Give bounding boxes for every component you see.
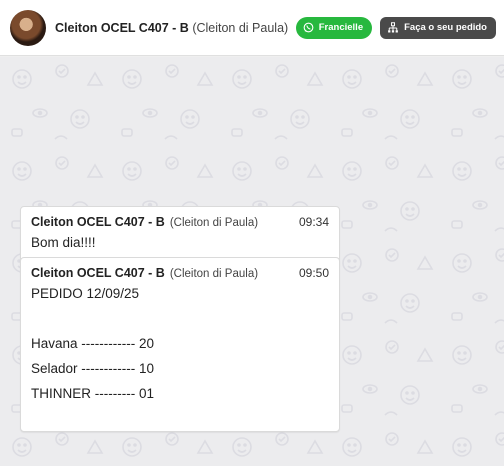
message-sender-subname: (Cleiton di Paula) xyxy=(169,217,259,229)
order-button-label: Faça o seu pedido xyxy=(404,22,487,33)
message-line xyxy=(31,308,329,330)
message-header: Cleiton OCEL C407 - B (Cleiton di Paula)… xyxy=(31,266,329,280)
avatar[interactable] xyxy=(10,9,46,46)
whatsapp-button[interactable]: Francielle xyxy=(295,16,373,39)
message-line: THINNER --------- 01 xyxy=(31,386,154,401)
order-button[interactable]: Faça o seu pedido xyxy=(380,16,496,39)
message-bubble[interactable]: Cleiton OCEL C407 - B (Cleiton di Paula)… xyxy=(20,257,340,432)
message-header: Cleiton OCEL C407 - B (Cleiton di Paula)… xyxy=(31,215,329,229)
message-sender-subname: (Cleiton di Paula) xyxy=(169,268,259,280)
whatsapp-icon xyxy=(303,22,314,33)
message-time: 09:50 xyxy=(298,266,329,280)
contact-name: Cleiton OCEL C407 - B xyxy=(55,20,189,35)
message-time: 09:34 xyxy=(298,215,329,229)
message-line: Selador ------------ 10 xyxy=(31,361,154,376)
chat-header: Cleiton OCEL C407 - B (Cleiton di Paula)… xyxy=(0,0,504,56)
sitemap-icon xyxy=(388,21,398,32)
chat-area[interactable]: Cleiton OCEL C407 - B (Cleiton di Paula)… xyxy=(0,57,504,466)
message-line: Havana ------------ 20 xyxy=(31,336,154,351)
message-sender: Cleiton OCEL C407 - B xyxy=(31,266,165,280)
message-sender: Cleiton OCEL C407 - B xyxy=(31,215,165,229)
message-line: Bom dia!!!! xyxy=(31,235,96,250)
whatsapp-button-label: Francielle xyxy=(318,22,364,33)
contact-title: Cleiton OCEL C407 - B (Cleiton di Paula) xyxy=(55,21,288,35)
contact-subname: (Cleiton di Paula) xyxy=(192,20,289,35)
message-line: PEDIDO 12/09/25 xyxy=(31,286,140,301)
